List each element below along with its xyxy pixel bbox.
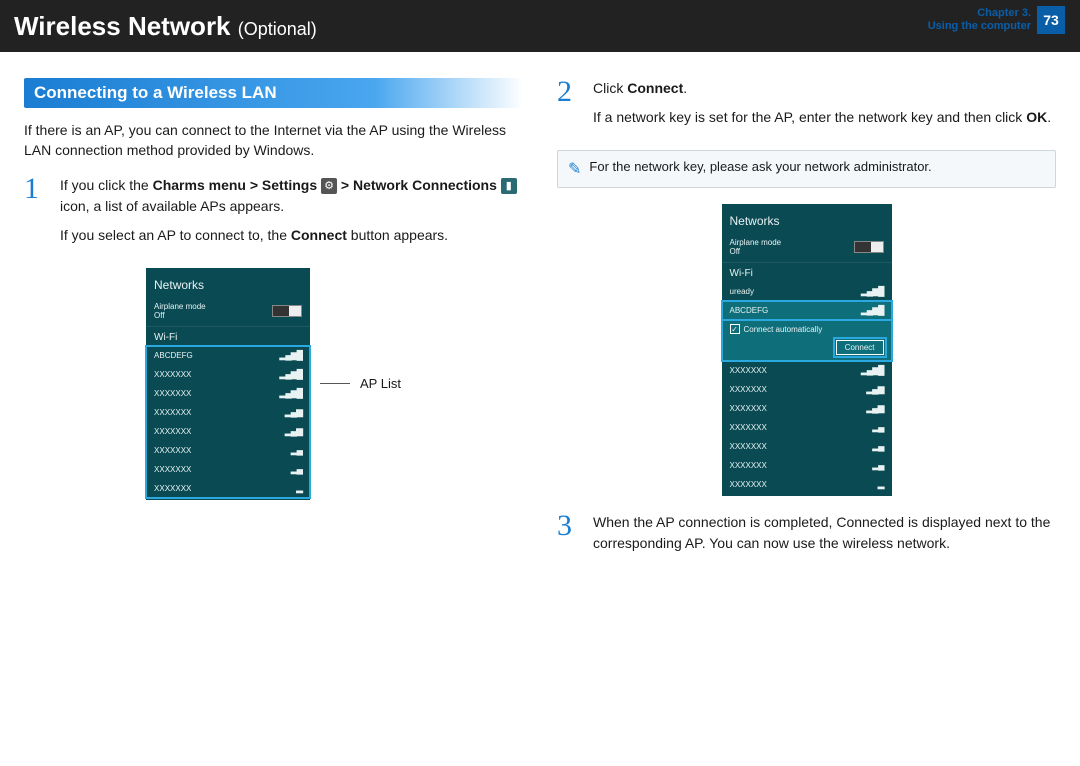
airplane-mode-label: Airplane mode xyxy=(730,238,782,247)
right-column: 2 Click Connect. If a network key is set… xyxy=(557,78,1056,576)
ap-item[interactable]: ABCDEFG▂▄▆█ xyxy=(146,346,310,365)
signal-icon: ▂▄▆█ xyxy=(279,350,302,361)
step-number: 1 xyxy=(24,175,50,254)
intro-paragraph: If there is an AP, you can connect to th… xyxy=(24,120,523,161)
signal-icon: ▂▄▆ xyxy=(285,407,302,418)
ap-item-selected[interactable]: ABCDEFG▂▄▆█ xyxy=(722,301,892,320)
section-heading: Connecting to a Wireless LAN xyxy=(24,78,523,108)
chapter-line1: Chapter 3. xyxy=(928,7,1031,20)
airplane-mode-state: Off xyxy=(730,247,782,256)
airplane-mode-state: Off xyxy=(154,311,206,320)
signal-icon: ▂ xyxy=(878,479,884,490)
step-2: 2 Click Connect. If a network key is set… xyxy=(557,78,1056,136)
ap-item[interactable]: XXXXXXX▂▄▆ xyxy=(722,380,892,399)
ap-item[interactable]: XXXXXXX▂▄▆█ xyxy=(722,361,892,380)
note-text: For the network key, please ask your net… xyxy=(589,159,931,174)
ap-item[interactable]: XXXXXXX▂▄ xyxy=(722,418,892,437)
signal-icon: ▂▄ xyxy=(872,441,883,452)
signal-icon: ▂▄▆█ xyxy=(279,369,302,380)
ap-item[interactable]: XXXXXXX▂▄▆█ xyxy=(146,384,310,403)
title-main: Wireless Network xyxy=(14,11,231,41)
chapter-indicator: Chapter 3. Using the computer 73 xyxy=(928,6,1065,34)
left-column: Connecting to a Wireless LAN If there is… xyxy=(24,78,523,576)
networks-panel-2: Networks Airplane mode Off Wi-Fi uready▂… xyxy=(722,204,892,496)
gear-icon: ⚙ xyxy=(321,178,337,194)
step2-paragraph2: If a network key is set for the AP, ente… xyxy=(593,107,1056,128)
ap-item[interactable]: XXXXXXX▂ xyxy=(722,475,892,494)
connect-auto-label: Connect automatically xyxy=(744,325,823,334)
signal-icon: ▂▄▆█ xyxy=(861,305,884,316)
airplane-mode-toggle[interactable] xyxy=(272,305,302,317)
signal-icon: ▂ xyxy=(296,483,302,494)
note-box: ✎ For the network key, please ask your n… xyxy=(557,150,1056,188)
signal-icon: ▂▄▆█ xyxy=(279,388,302,399)
ap-item[interactable]: XXXXXXX▂▄ xyxy=(722,437,892,456)
signal-icon: ▂▄▆ xyxy=(866,403,883,414)
note-icon: ✎ xyxy=(568,159,581,179)
step1-paragraph1: If you click the Charms menu > Settings … xyxy=(60,175,523,217)
connect-button[interactable]: Connect xyxy=(836,340,884,355)
ap-list-callout: AP List xyxy=(360,376,401,391)
step-number: 3 xyxy=(557,512,583,562)
step-3: 3 When the AP connection is completed, C… xyxy=(557,512,1056,562)
ap-item[interactable]: XXXXXXX▂▄▆█ xyxy=(146,365,310,384)
connect-auto-row[interactable]: ✓ Connect automatically xyxy=(730,324,884,334)
step3-paragraph: When the AP connection is completed, Con… xyxy=(593,512,1056,554)
ap-item[interactable]: XXXXXXX▂▄▆ xyxy=(146,403,310,422)
ap-item[interactable]: XXXXXXX▂▄▆ xyxy=(146,422,310,441)
signal-icon: ▂▄▆█ xyxy=(861,286,884,297)
step-1: 1 If you click the Charms menu > Setting… xyxy=(24,175,523,254)
page-header: Wireless Network (Optional) xyxy=(0,0,1080,52)
airplane-mode-toggle[interactable] xyxy=(854,241,884,253)
signal-icon: ▂▄▆ xyxy=(285,426,302,437)
ap-item[interactable]: XXXXXXX▂▄ xyxy=(146,441,310,460)
step1-paragraph2: If you select an AP to connect to, the C… xyxy=(60,225,523,246)
ap-item[interactable]: XXXXXXX▂ xyxy=(146,479,310,498)
signal-icon: ▂▄ xyxy=(291,445,302,456)
signal-icon: ▂▄▆ xyxy=(866,384,883,395)
signal-icon: ▂▄ xyxy=(872,460,883,471)
panel1-title: Networks xyxy=(146,276,310,298)
wifi-section-label: Wi-Fi xyxy=(722,262,892,282)
signal-icon: ▂▄▆█ xyxy=(861,365,884,376)
wifi-section-label: Wi-Fi xyxy=(146,326,310,346)
ap-item[interactable]: XXXXXXX▂▄ xyxy=(722,456,892,475)
ap-item[interactable]: XXXXXXX▂▄▆ xyxy=(722,399,892,418)
checkbox-icon[interactable]: ✓ xyxy=(730,324,740,334)
panel2-title: Networks xyxy=(722,212,892,234)
signal-icon: ▂▄ xyxy=(291,464,302,475)
ap-item[interactable]: XXXXXXX▂▄ xyxy=(146,460,310,479)
page-number: 73 xyxy=(1037,6,1065,34)
step-number: 2 xyxy=(557,78,583,136)
signal-icon: ▂▄ xyxy=(872,422,883,433)
title-suffix: (Optional) xyxy=(238,19,317,39)
callout-line xyxy=(320,383,350,384)
chapter-line2: Using the computer xyxy=(928,20,1031,33)
page-title: Wireless Network (Optional) xyxy=(14,11,317,42)
networks-panel-1: Networks Airplane mode Off Wi-Fi ABCDEFG… xyxy=(146,268,310,500)
network-icon: ▮ xyxy=(501,178,517,194)
airplane-mode-label: Airplane mode xyxy=(154,302,206,311)
ap-item[interactable]: uready▂▄▆█ xyxy=(722,282,892,301)
step2-paragraph1: Click Connect. xyxy=(593,78,1056,99)
ap-list-highlight: ABCDEFG▂▄▆█ XXXXXXX▂▄▆█ XXXXXXX▂▄▆█ XXXX… xyxy=(146,346,310,498)
